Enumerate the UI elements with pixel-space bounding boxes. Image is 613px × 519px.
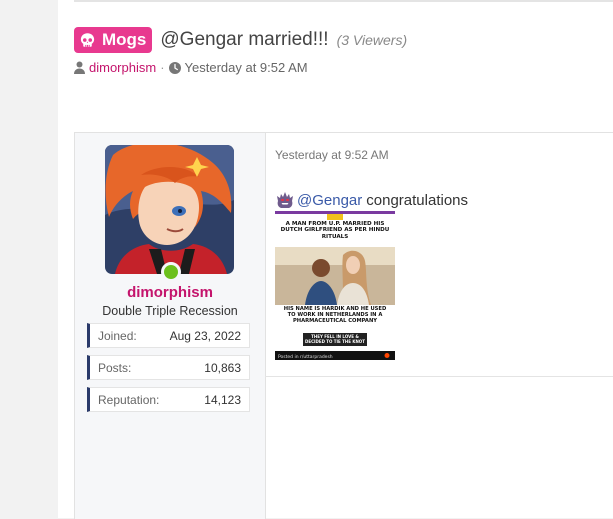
post-timestamp[interactable]: Yesterday at 9:52 AM [275, 148, 389, 162]
user-mention-link[interactable]: @Gengar [297, 192, 362, 209]
thread-title: @Gengar married!!! [160, 29, 329, 50]
stat-label: Posts: [98, 360, 132, 375]
thread-author-link[interactable]: dimorphism [89, 60, 156, 75]
thread-header: Mogs @Gengar married!!! (3 Viewers) [74, 26, 407, 54]
post-content: Yesterday at 9:52 AM @Gengar congratulat… [265, 133, 613, 519]
meta-separator: · [160, 60, 165, 75]
viewer-count[interactable]: (3 Viewers) [337, 32, 408, 48]
page: Mogs @Gengar married!!! (3 Viewers) dimo… [58, 0, 613, 519]
clock-icon [168, 61, 181, 74]
image-headline: A MAN FROM U.P. MARRIED HIS DUTCH GIRLFR… [280, 221, 390, 240]
image-caption: HIS NAME IS HARDIK AND HE USED TO WORK I… [283, 306, 387, 324]
stat-posts: Posts: 10,863 [87, 355, 250, 380]
post-message: @Gengar congratulations [275, 190, 468, 210]
stat-value: Aug 23, 2022 [169, 328, 241, 343]
user-icon [74, 61, 85, 74]
post-user-sidebar: dimorphism Double Triple Recession Joine… [74, 133, 266, 519]
stat-joined: Joined: Aug 23, 2022 [87, 323, 250, 348]
stat-label: Reputation: [98, 392, 160, 407]
gengar-icon [277, 192, 293, 208]
stat-value: 14,123 [204, 392, 241, 407]
image-footer: Posted in r/uttarpradesh [278, 354, 333, 360]
online-indicator [161, 262, 181, 282]
thread-start-time[interactable]: Yesterday at 9:52 AM [185, 60, 308, 75]
thread-prefix-badge[interactable]: Mogs [74, 27, 153, 53]
user-title: Double Triple Recession [102, 304, 238, 318]
stat-label: Joined: [98, 328, 137, 343]
thread-prefix-label: Mogs [102, 30, 147, 49]
divider [74, 0, 613, 2]
skull-icon [80, 32, 95, 47]
post: dimorphism Double Triple Recession Joine… [74, 132, 613, 519]
post-author-name[interactable]: dimorphism [75, 284, 265, 301]
stat-value: 10,863 [204, 360, 241, 375]
message-text: congratulations [366, 191, 468, 209]
image-banner: THEY FELL IN LOVE & DECIDED TO TIE THE K… [305, 334, 365, 344]
divider [265, 376, 613, 377]
post-image[interactable]: A MAN FROM U.P. MARRIED HIS DUTCH GIRLFR… [275, 211, 395, 360]
avatar[interactable] [105, 145, 234, 274]
thread-meta: dimorphism · Yesterday at 9:52 AM [74, 60, 308, 75]
stat-reputation: Reputation: 14,123 [87, 387, 250, 412]
